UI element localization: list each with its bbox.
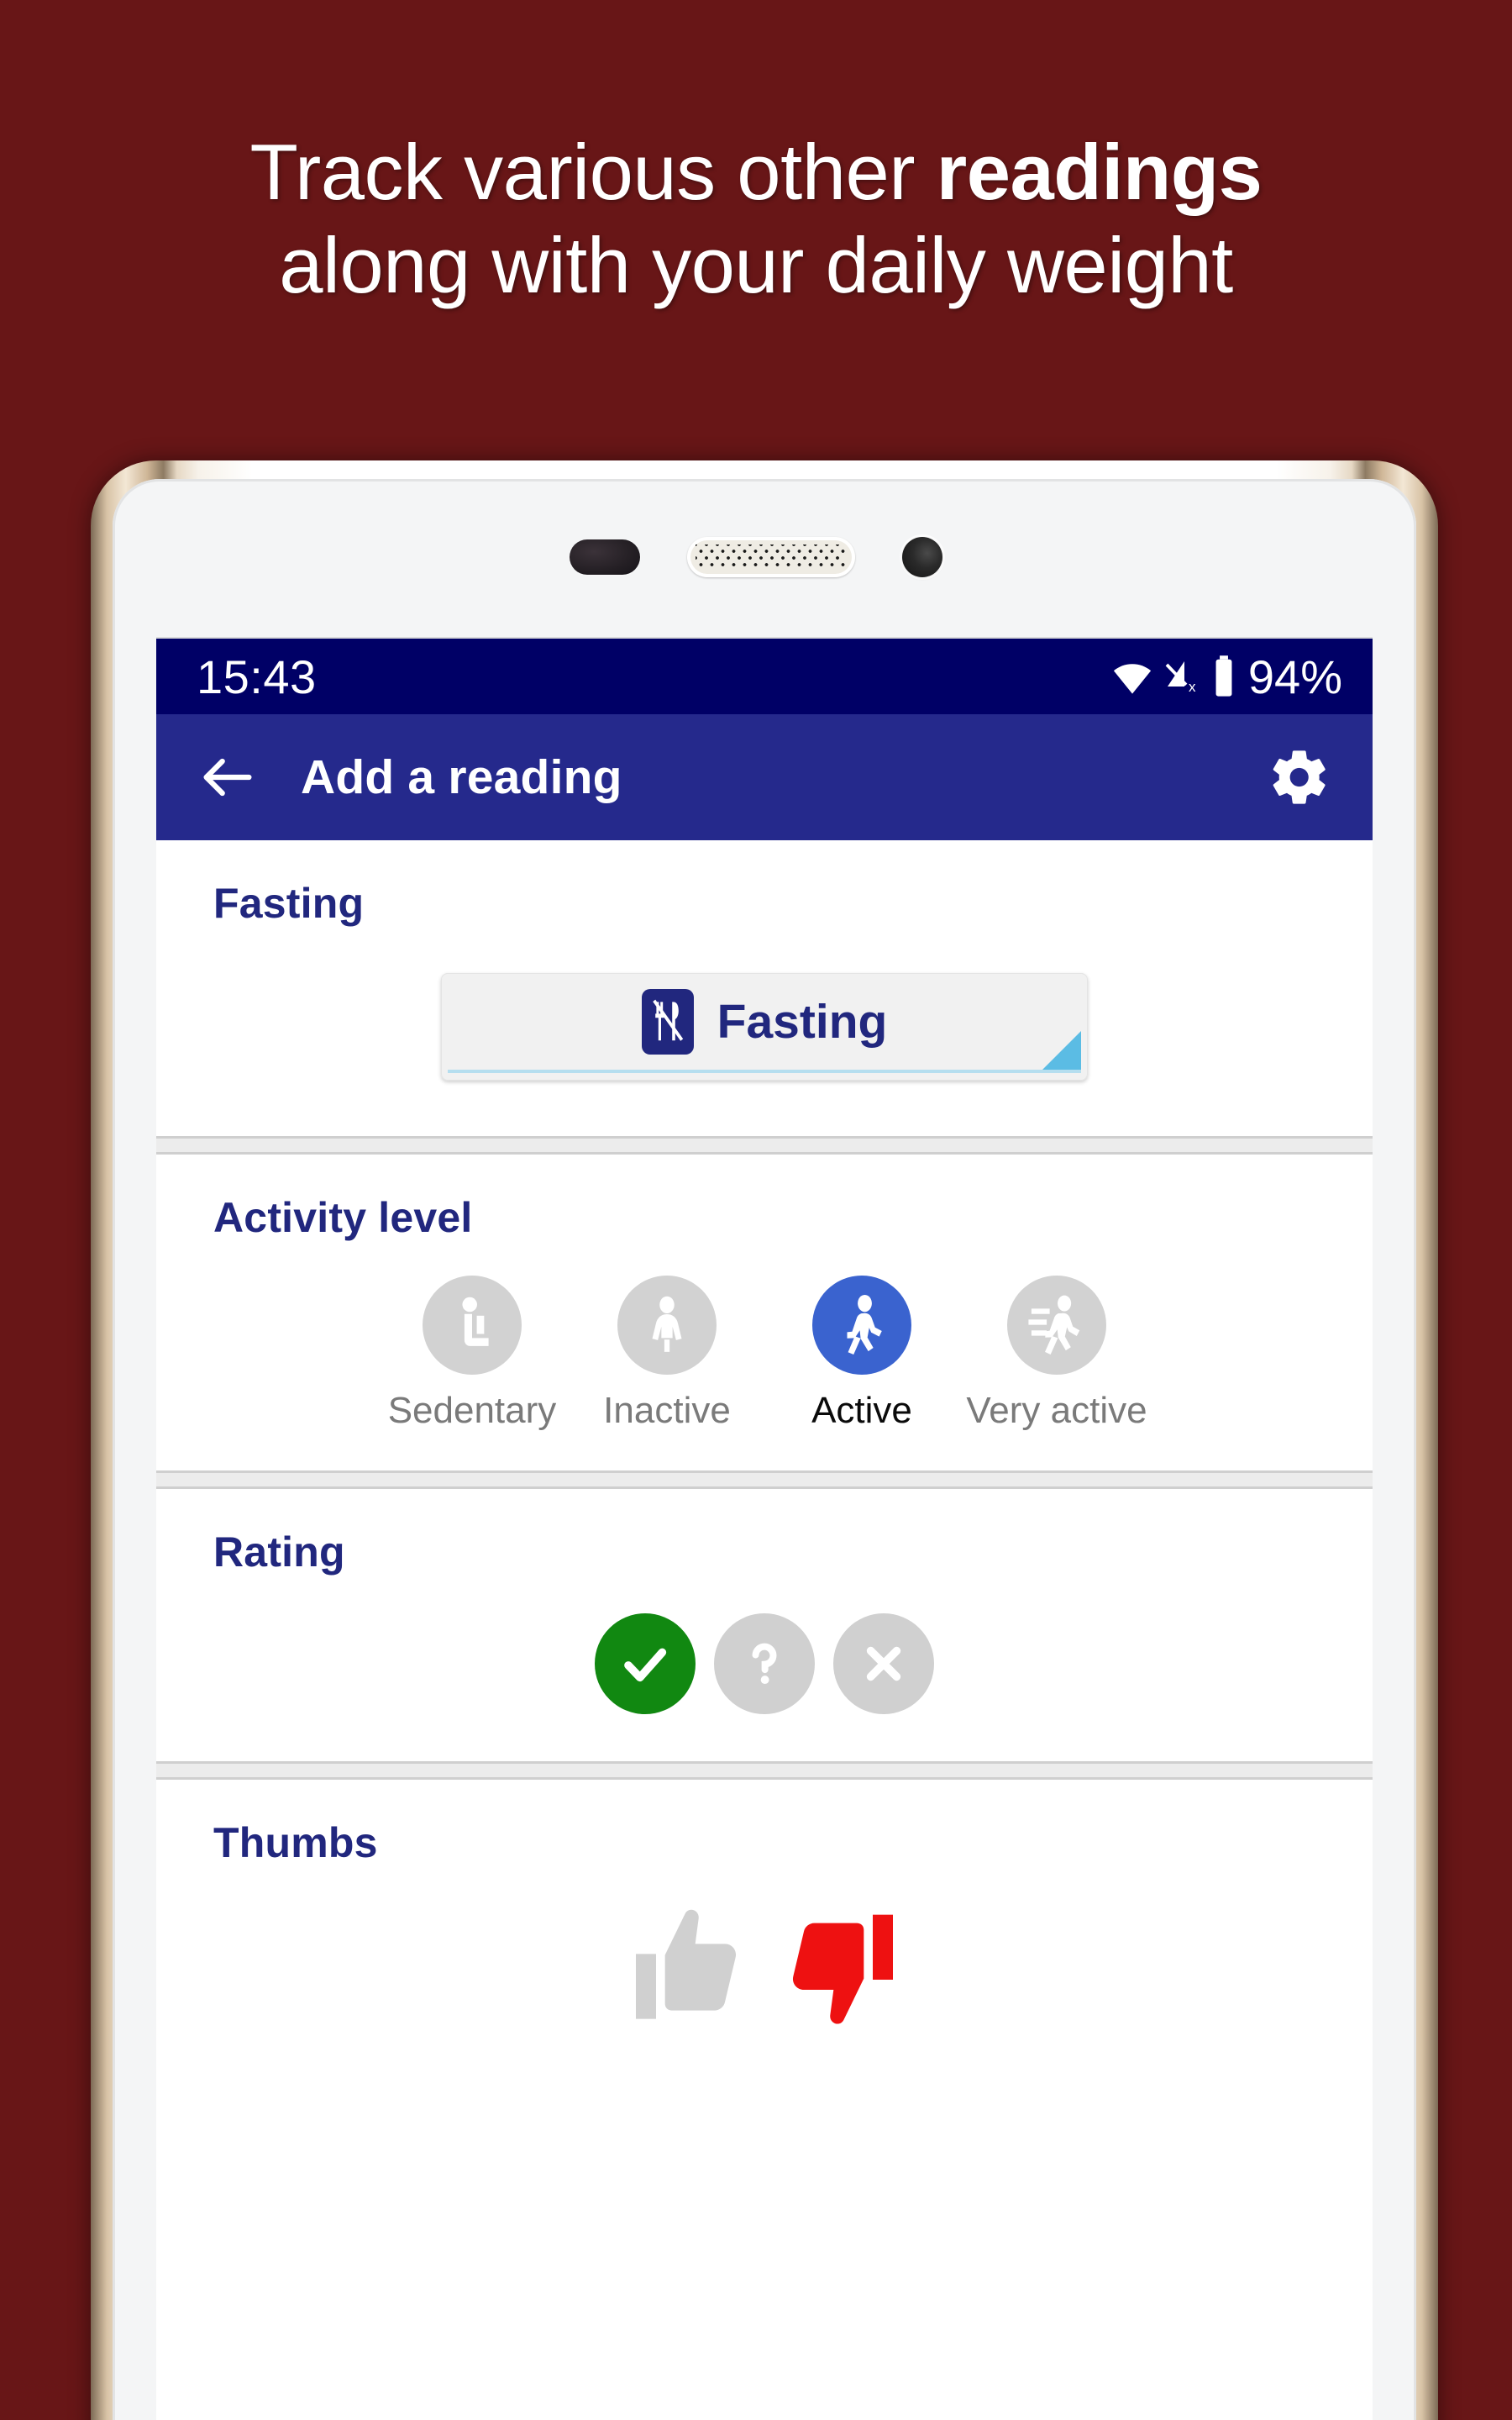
thumb-down-icon[interactable]	[769, 1902, 903, 2037]
rating-option-unknown[interactable]	[714, 1613, 815, 1714]
proximity-sensor-icon	[570, 539, 640, 575]
activity-circle-inactive	[617, 1276, 717, 1375]
section-divider	[156, 1470, 1373, 1489]
fasting-spinner-value: Fasting	[717, 995, 888, 1049]
promo-headline-line2: along with your daily weight	[279, 220, 1233, 309]
thumb-up-icon[interactable]	[626, 1902, 760, 2037]
person-running-icon	[1021, 1290, 1092, 1360]
activity-label-active: Active	[811, 1390, 912, 1431]
person-standing-icon	[632, 1290, 702, 1360]
no-food-icon	[641, 989, 694, 1055]
rating-options	[156, 1576, 1373, 1761]
section-title-activity-level: Activity level	[213, 1194, 473, 1241]
activity-circle-active	[812, 1276, 911, 1375]
promo-headline: Track various other readings along with …	[0, 126, 1512, 313]
activity-label-sedentary: Sedentary	[387, 1390, 557, 1431]
promo-headline-emphasis: readings	[936, 128, 1263, 216]
activity-option-sedentary[interactable]: Sedentary	[375, 1276, 570, 1432]
front-camera-icon	[902, 537, 942, 577]
promo-headline-line1: Track various other readings	[250, 128, 1263, 216]
signal-off-icon: x	[1163, 655, 1203, 698]
section-fasting: Fasting Fasting	[156, 840, 1373, 1136]
activity-circle-very-active	[1007, 1276, 1106, 1375]
settings-button[interactable]	[1263, 741, 1336, 813]
status-bar-icons: x 94%	[1110, 650, 1342, 704]
svg-text:x: x	[1189, 679, 1196, 695]
person-walking-icon	[827, 1290, 897, 1360]
section-title-thumbs: Thumbs	[213, 1819, 378, 1866]
cross-icon	[853, 1633, 915, 1695]
activity-label-inactive: Inactive	[603, 1390, 731, 1431]
phone-screen: 15:43 x 94% Add a reading Fasting Fastin…	[156, 639, 1373, 2420]
screen-content: Fasting Fasting Activity level Sedentary…	[156, 840, 1373, 2037]
activity-option-very-active[interactable]: Very active	[959, 1276, 1154, 1432]
activity-circle-sedentary	[423, 1276, 522, 1375]
battery-percent: 94%	[1247, 650, 1342, 703]
spinner-underline	[448, 1070, 1081, 1073]
phone-top-sensors	[0, 531, 1512, 583]
battery-icon	[1211, 654, 1236, 699]
question-mark-icon	[733, 1633, 795, 1695]
fasting-spinner-inner: Fasting	[641, 989, 888, 1055]
fasting-spinner[interactable]: Fasting	[441, 973, 1088, 1081]
app-bar: Add a reading	[156, 714, 1373, 840]
section-title-rating: Rating	[213, 1528, 345, 1576]
thumbs-options	[156, 1867, 1373, 2037]
activity-label-very-active: Very active	[966, 1390, 1147, 1431]
fasting-spinner-wrap: Fasting	[156, 928, 1373, 1136]
activity-option-active[interactable]: Active	[764, 1276, 959, 1432]
rating-option-good[interactable]	[595, 1613, 696, 1714]
section-title-fasting: Fasting	[213, 880, 365, 927]
earpiece-speaker-icon	[687, 537, 855, 577]
section-divider	[156, 1136, 1373, 1155]
status-bar-time: 15:43	[197, 650, 317, 703]
activity-options: Sedentary Inactive Active Very active	[156, 1242, 1373, 1470]
section-activity-level: Activity level Sedentary Inactive Active…	[156, 1155, 1373, 1470]
section-rating: Rating	[156, 1489, 1373, 1761]
spinner-dropdown-caret-icon[interactable]	[1042, 1031, 1081, 1070]
wifi-icon	[1110, 655, 1154, 698]
page-title: Add a reading	[301, 750, 622, 804]
activity-option-inactive[interactable]: Inactive	[570, 1276, 764, 1432]
person-sitting-icon	[437, 1290, 507, 1360]
promo-headline-line1-plain: Track various other	[249, 128, 937, 216]
section-divider	[156, 1761, 1373, 1780]
section-thumbs: Thumbs	[156, 1780, 1373, 2037]
back-arrow-icon	[203, 758, 252, 797]
rating-option-bad[interactable]	[833, 1613, 934, 1714]
check-icon	[614, 1633, 676, 1695]
gear-icon	[1273, 750, 1326, 804]
back-button[interactable]	[192, 741, 264, 813]
status-bar: 15:43 x 94%	[156, 639, 1373, 714]
